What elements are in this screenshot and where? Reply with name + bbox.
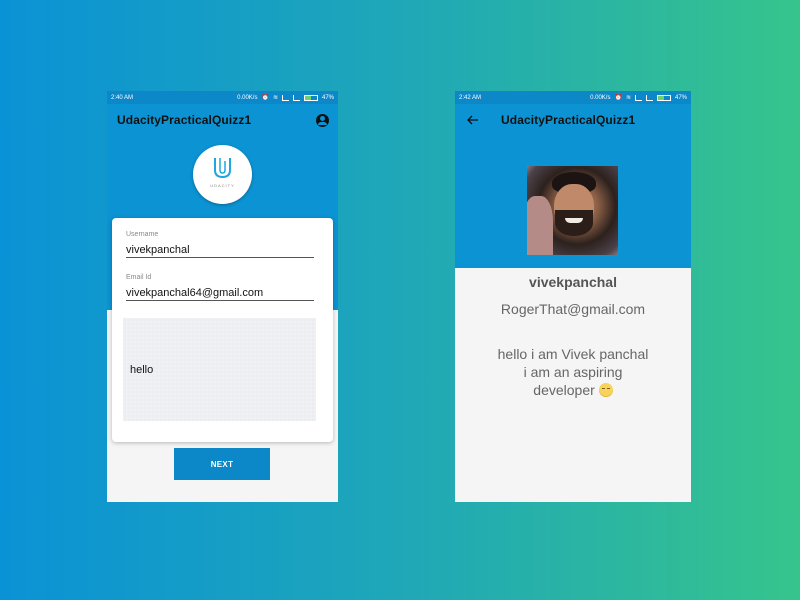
status-time: 2:40 AM bbox=[111, 94, 134, 101]
app-bar: UdacityPracticalQuizz1 bbox=[455, 104, 691, 135]
profile-screen: 2:42 AM 0.00K/s ⏰ ≋ 47% UdacityPractical… bbox=[455, 91, 691, 502]
smile-emoji-icon bbox=[598, 383, 613, 397]
bio-line: hello i am Vivek panchal bbox=[497, 346, 649, 362]
username-label: Username bbox=[126, 231, 159, 238]
profile-form-card: Username vivekpanchal Email Id vivekpanc… bbox=[112, 218, 333, 442]
bio-line: developer bbox=[533, 382, 595, 398]
bio-textarea[interactable]: hello bbox=[123, 318, 316, 421]
app-bar: UdacityPracticalQuizz1 bbox=[107, 104, 338, 135]
udacity-u-icon bbox=[214, 158, 231, 179]
profile-photo bbox=[527, 166, 618, 255]
email-label: Email Id bbox=[126, 274, 152, 281]
battery-percent: 47% bbox=[674, 94, 687, 101]
udacity-logo: UDACITY bbox=[193, 145, 252, 204]
signal-icon bbox=[281, 94, 289, 101]
bio-text: hello bbox=[130, 364, 154, 376]
status-time: 2:42 AM bbox=[459, 94, 482, 101]
profile-email: RogerThat@gmail.com bbox=[500, 301, 646, 317]
network-speed: 0.00K/s bbox=[237, 94, 258, 101]
account-circle-icon[interactable] bbox=[316, 114, 329, 127]
username-input[interactable]: vivekpanchal bbox=[126, 244, 314, 258]
email-input[interactable]: vivekpanchal64@gmail.com bbox=[126, 287, 314, 301]
signal-icon bbox=[645, 94, 653, 101]
login-screen: 2:40 AM 0.00K/s ⏰ ≋ 47% UdacityPractical… bbox=[107, 91, 338, 502]
battery-percent: 47% bbox=[321, 94, 334, 101]
back-arrow-icon[interactable] bbox=[467, 115, 479, 125]
profile-bio: hello i am Vivek panchal i am an aspirin… bbox=[475, 345, 671, 399]
app-title: UdacityPracticalQuizz1 bbox=[501, 112, 636, 127]
status-bar: 2:40 AM 0.00K/s ⏰ ≋ 47% bbox=[107, 91, 338, 104]
wifi-icon: ≋ bbox=[625, 95, 631, 101]
logo-text: UDACITY bbox=[210, 183, 235, 188]
wifi-icon: ≋ bbox=[272, 95, 278, 101]
battery-icon bbox=[303, 94, 318, 101]
app-title: UdacityPracticalQuizz1 bbox=[117, 112, 252, 127]
bio-line-3: developer bbox=[475, 381, 671, 399]
next-button[interactable]: NEXT bbox=[174, 448, 270, 480]
alarm-icon: ⏰ bbox=[614, 95, 622, 101]
profile-name: vivekpanchal bbox=[529, 274, 617, 290]
network-speed: 0.00K/s bbox=[590, 94, 611, 101]
signal-icon bbox=[634, 94, 642, 101]
status-icons: 0.00K/s ⏰ ≋ 47% bbox=[237, 94, 334, 101]
username-field[interactable]: Username vivekpanchal bbox=[126, 231, 314, 258]
bio-line: i am an aspiring bbox=[523, 364, 623, 380]
alarm-icon: ⏰ bbox=[261, 95, 269, 101]
status-icons: 0.00K/s ⏰ ≋ 47% bbox=[590, 94, 687, 101]
signal-icon bbox=[292, 94, 300, 101]
battery-icon bbox=[656, 94, 671, 101]
email-field[interactable]: Email Id vivekpanchal64@gmail.com bbox=[126, 274, 314, 301]
status-bar: 2:42 AM 0.00K/s ⏰ ≋ 47% bbox=[455, 91, 691, 104]
